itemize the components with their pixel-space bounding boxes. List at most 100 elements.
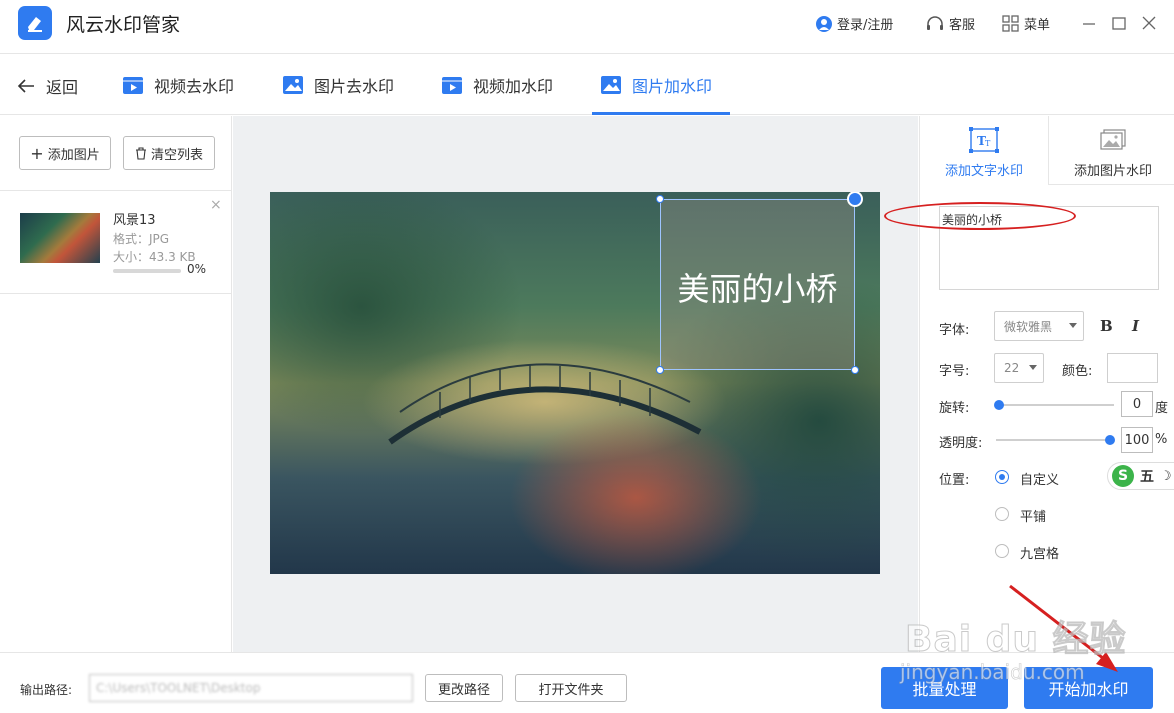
rotate-unit: 度	[1155, 401, 1169, 416]
output-path-label: 输出路径:	[20, 683, 73, 697]
output-path-input[interactable]: C:\Users\TOOLNET\Desktop	[89, 674, 413, 702]
app-logo-icon	[18, 6, 52, 40]
tab-label: 图片去水印	[314, 77, 395, 96]
file-format: 格式：JPG	[113, 232, 170, 246]
maximize-icon	[1112, 17, 1126, 30]
position-label: 位置:	[939, 473, 970, 488]
image-thumbnail	[20, 213, 100, 263]
ime-toolbar[interactable]: S 五 ☽	[1107, 462, 1174, 490]
list-item[interactable]: 风景13 格式：JPG 大小：43.3 KB 0% ×	[0, 190, 231, 294]
minimize-icon	[1083, 23, 1095, 25]
tab-label: 添加文字水印	[944, 164, 1023, 179]
tab-add-text-watermark[interactable]: TT 添加文字水印	[920, 116, 1048, 184]
color-label: 颜色:	[1062, 364, 1093, 379]
color-picker[interactable]	[1107, 353, 1158, 383]
svg-text:T: T	[985, 139, 991, 148]
opacity-slider[interactable]	[996, 439, 1112, 441]
radio-tile[interactable]	[995, 507, 1009, 521]
moon-icon: ☽	[1160, 468, 1172, 484]
menu-button[interactable]: 菜单	[1002, 14, 1050, 33]
watermark-text-box[interactable]: 美丽的小桥	[656, 195, 859, 374]
change-path-label: 更改路径	[437, 682, 490, 698]
plus-icon: +	[30, 143, 44, 163]
tab-divider	[1048, 184, 1174, 185]
settings-panel: TT 添加文字水印 添加图片水印 字体: 微软雅黑 B I 字号: 22 颜色:…	[884, 116, 1174, 652]
video-icon	[123, 77, 143, 94]
tab-video-remove-watermark[interactable]: 视频去水印	[122, 71, 234, 99]
font-value: 微软雅黑	[1004, 319, 1053, 334]
chevron-down-icon	[1069, 323, 1077, 328]
size-label: 字号:	[939, 364, 970, 379]
progress-text: 0%	[187, 262, 207, 276]
video-icon	[442, 77, 462, 94]
radio-nine-grid[interactable]	[995, 544, 1009, 558]
opacity-label: 透明度:	[939, 436, 983, 451]
minimize-button[interactable]	[1080, 14, 1098, 32]
tab-image-add-watermark[interactable]: 图片加水印	[600, 71, 712, 99]
progress-bar	[113, 269, 181, 273]
clear-list-label: 清空列表	[150, 147, 203, 163]
add-image-label: 添加图片	[47, 147, 100, 163]
login-label: 登录/注册	[837, 18, 894, 33]
rotate-slider-knob[interactable]	[994, 400, 1004, 410]
tab-label: 添加图片水印	[1073, 164, 1152, 179]
service-label: 客服	[949, 18, 976, 33]
maximize-button[interactable]	[1110, 14, 1128, 32]
tab-label: 视频去水印	[154, 77, 235, 96]
close-button[interactable]	[1140, 14, 1158, 32]
chevron-down-icon	[1029, 365, 1037, 370]
opacity-unit: %	[1155, 432, 1168, 447]
add-image-button[interactable]: + 添加图片	[19, 136, 111, 170]
annotation-ellipse	[884, 202, 1076, 230]
change-path-button[interactable]: 更改路径	[425, 674, 503, 702]
grid-menu-icon	[1002, 14, 1019, 32]
image-watermark-icon	[1100, 129, 1126, 150]
font-size-select[interactable]: 22	[994, 353, 1044, 383]
clear-list-button[interactable]: 清空列表	[123, 136, 215, 170]
baidu-watermark-url: jingyan.baidu.com	[900, 660, 1085, 685]
opacity-input[interactable]: 100	[1121, 427, 1153, 453]
rotate-handle[interactable]	[847, 192, 863, 207]
nav-bar: 返回 视频去水印 图片去水印 视频加水印 图片加水印	[0, 55, 1174, 115]
file-name: 风景13	[113, 213, 156, 228]
opacity-slider-knob[interactable]	[1105, 435, 1115, 445]
text-watermark-icon: TT	[969, 127, 999, 153]
tab-add-image-watermark[interactable]: 添加图片水印	[1049, 116, 1174, 184]
tab-image-remove-watermark[interactable]: 图片去水印	[282, 71, 394, 99]
service-button[interactable]: 客服	[925, 14, 975, 33]
font-size-value: 22	[1004, 361, 1020, 375]
open-folder-label: 打开文件夹	[538, 682, 604, 698]
radio-custom[interactable]	[995, 470, 1009, 484]
radio-custom-label: 自定义	[1020, 473, 1060, 488]
resize-handle[interactable]	[851, 366, 859, 374]
back-label: 返回	[46, 78, 79, 97]
resize-handle[interactable]	[656, 195, 664, 203]
tab-video-add-watermark[interactable]: 视频加水印	[441, 71, 553, 99]
back-button[interactable]: 返回	[16, 74, 78, 98]
font-label: 字体:	[939, 323, 970, 338]
font-select[interactable]: 微软雅黑	[994, 311, 1084, 341]
arrow-left-icon	[17, 79, 34, 93]
title-bar: 风云水印管家 登录/注册 客服 菜单	[0, 0, 1174, 54]
active-tab-indicator	[592, 112, 730, 115]
trash-icon	[135, 146, 146, 160]
ime-mode-label: 五	[1140, 469, 1154, 485]
login-button[interactable]: 登录/注册	[815, 14, 893, 33]
menu-label: 菜单	[1024, 18, 1051, 33]
close-icon	[1142, 16, 1156, 30]
remove-file-icon[interactable]: ×	[210, 197, 222, 213]
italic-button[interactable]: I	[1132, 317, 1139, 335]
file-list-panel: + 添加图片 清空列表 风景13 格式：JPG 大小：43.3 KB 0% ×	[0, 116, 232, 652]
rotate-slider[interactable]	[998, 404, 1114, 406]
user-icon	[816, 15, 832, 32]
preview-area: 美丽的小桥	[233, 116, 918, 652]
resize-handle[interactable]	[656, 366, 664, 374]
radio-tile-label: 平铺	[1020, 510, 1047, 525]
bold-button[interactable]: B	[1100, 317, 1113, 335]
rotate-input[interactable]: 0	[1121, 391, 1153, 417]
preview-image[interactable]: 美丽的小桥	[270, 192, 880, 574]
open-folder-button[interactable]: 打开文件夹	[515, 674, 627, 702]
file-size: 大小：43.3 KB	[113, 250, 196, 264]
tab-label: 图片加水印	[632, 77, 713, 96]
image-icon	[601, 76, 621, 94]
